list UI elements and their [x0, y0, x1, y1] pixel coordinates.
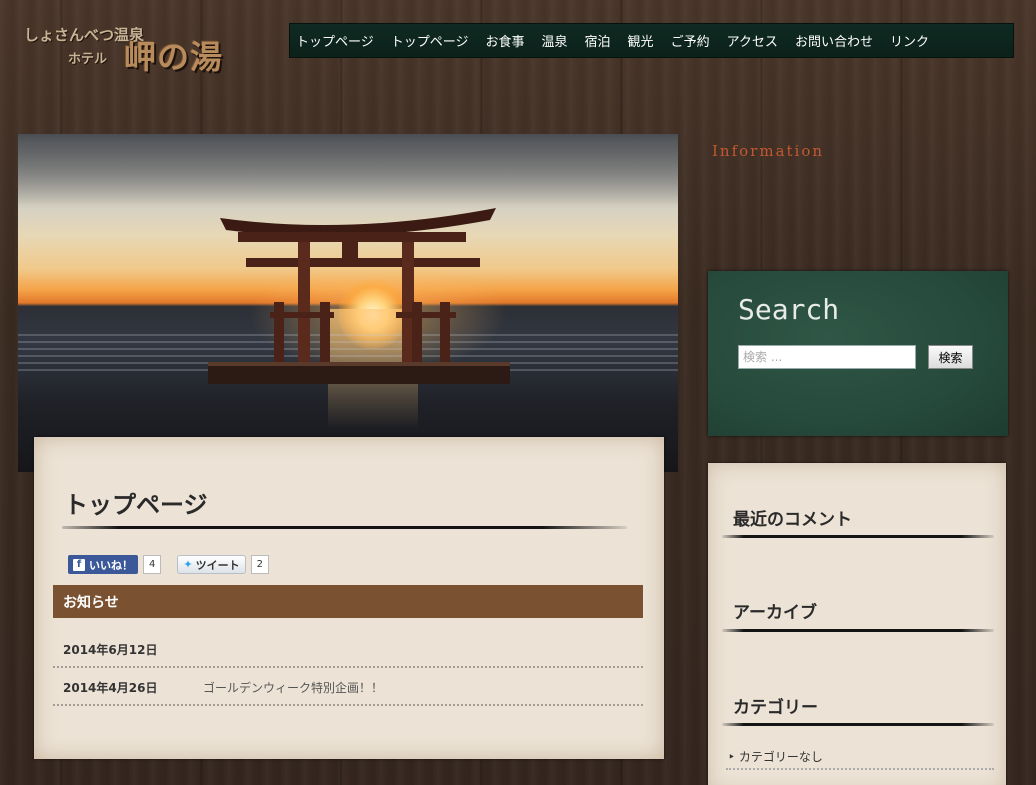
recent-comments-divider: [722, 535, 994, 538]
bullet-icon: ‣: [728, 750, 736, 764]
search-input[interactable]: [738, 345, 916, 369]
information-heading: Information: [712, 142, 825, 160]
search-widget: Search 検索: [708, 271, 1008, 436]
main-nav: トップページ トップページ お食事 温泉 宿泊 観光 ご予約 アクセス お問い合…: [289, 23, 1014, 58]
news-title[interactable]: ゴールデンウィーク特別企画！！: [203, 679, 383, 696]
twitter-bird-icon: ✦: [183, 558, 193, 571]
categories-divider: [722, 723, 994, 726]
archives-heading: アーカイブ: [733, 603, 817, 623]
recent-comments-heading: 最近のコメント: [733, 510, 852, 530]
category-item-label[interactable]: カテゴリーなし: [739, 750, 823, 764]
social-buttons: f いいね！ 4 ✦ ツイート 2: [68, 555, 269, 574]
site-logo[interactable]: しょさんべつ温泉 ホテル 岬の湯: [20, 18, 250, 78]
title-divider: [62, 526, 627, 529]
tweet-count: 2: [250, 555, 269, 574]
nav-item-links[interactable]: リンク: [890, 31, 929, 50]
logo-hotel-label: ホテル: [68, 52, 108, 67]
facebook-like-button[interactable]: f いいね！: [68, 555, 138, 574]
nav-item-top-1[interactable]: トップページ: [296, 31, 374, 50]
tweet-label: ツイート: [195, 558, 240, 572]
facebook-like-count: 4: [143, 555, 162, 574]
hero-clouds: [18, 144, 678, 204]
categories-heading: カテゴリー: [733, 698, 818, 718]
nav-item-stay[interactable]: 宿泊: [585, 31, 611, 50]
nav-item-access[interactable]: アクセス: [727, 31, 778, 50]
page-title: トップページ: [64, 491, 208, 519]
facebook-icon: f: [73, 558, 85, 571]
nav-item-dining[interactable]: お食事: [486, 31, 525, 50]
nav-item-contact[interactable]: お問い合わせ: [795, 31, 873, 50]
torii-gate-illustration: [208, 208, 510, 384]
nav-item-onsen[interactable]: 温泉: [542, 31, 568, 50]
tweet-button[interactable]: ✦ ツイート: [177, 555, 246, 574]
category-divider: [726, 768, 994, 770]
search-title: Search: [738, 293, 840, 326]
nav-item-reservation[interactable]: ご予約: [671, 31, 710, 50]
facebook-like-label: いいね！: [89, 558, 133, 572]
main-content-panel: トップページ f いいね！ 4 ✦ ツイート 2 お知らせ 2014年6月12日…: [34, 437, 664, 759]
news-date: 2014年4月26日: [63, 680, 158, 695]
sidebar-widgets-panel: 最近のコメント アーカイブ カテゴリー ‣ カテゴリーなし: [708, 463, 1006, 785]
news-row[interactable]: 2014年4月26日 ゴールデンウィーク特別企画！！: [53, 670, 643, 706]
logo-title: 岬の湯: [124, 38, 224, 76]
nav-item-sightseeing[interactable]: 観光: [628, 31, 654, 50]
category-item[interactable]: ‣ カテゴリーなし: [728, 748, 823, 765]
nav-item-top-2[interactable]: トップページ: [391, 31, 469, 50]
notice-heading: お知らせ: [53, 585, 643, 618]
search-button[interactable]: 検索: [928, 345, 973, 369]
news-row[interactable]: 2014年6月12日: [53, 632, 643, 668]
news-date: 2014年6月12日: [63, 642, 158, 657]
archives-divider: [722, 629, 994, 632]
hero-image: [18, 134, 678, 472]
